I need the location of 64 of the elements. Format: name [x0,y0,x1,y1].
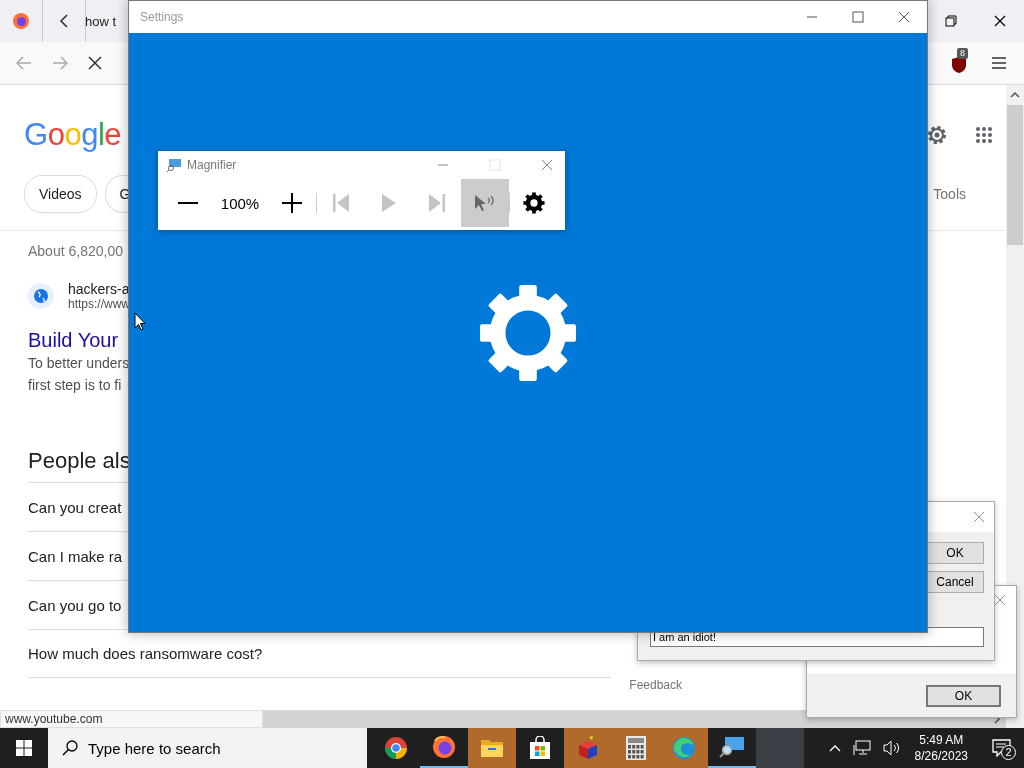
chrome-icon [384,736,408,760]
gear-icon [479,283,577,382]
result-stats: About 6,820,00 [28,243,124,259]
network-icon[interactable] [852,740,871,756]
filter-chip[interactable]: Videos [24,174,97,213]
result-snippet: To better unders [28,354,130,373]
folder-icon [480,738,504,758]
minus-icon [178,202,198,204]
site-url: https://www [68,297,130,311]
ok-button[interactable]: OK [926,684,1001,707]
clock[interactable]: 5:49 AM 8/26/2023 [914,732,968,764]
tools-link[interactable]: Tools [933,185,966,202]
maximize-icon[interactable] [852,11,864,23]
mouse-pointer-icon [134,312,146,331]
shield-icon [951,56,967,74]
pointer-sound-icon [474,194,496,212]
feedback-link[interactable]: Feedback [629,678,682,692]
notification-count: 2 [1001,745,1016,760]
windows-logo-icon [16,740,32,756]
taskbar-search-field[interactable]: Type here to search [48,728,367,768]
zoom-level: 100% [219,194,261,212]
question-item[interactable]: How much does ransomware cost? [28,645,263,662]
firefox-icon [432,735,456,759]
skip-back-icon [333,194,349,212]
stop-icon[interactable] [88,56,102,70]
cancel-button[interactable]: Cancel [926,571,984,593]
window-title: Magnifier [187,158,237,172]
extension-badge: 8 [957,48,968,59]
globe-icon [28,283,54,309]
question-item[interactable]: Can you go to [28,596,122,614]
question-item[interactable]: Can I make ra [28,547,123,565]
skip-forward-icon [429,194,445,212]
search-icon [62,740,78,756]
close-icon[interactable] [898,11,910,23]
scrollbar-thumb[interactable] [1007,105,1023,245]
apps-grid-icon[interactable] [975,125,993,144]
calculator-icon [626,736,646,760]
magnifier-app-icon [719,736,745,758]
shopping-bag-icon [528,736,552,760]
clock-time: 5:49 AM [919,732,964,748]
google-logo[interactable]: Google [24,117,121,152]
ok-button[interactable]: OK [926,542,984,564]
chevron-up-icon[interactable] [1010,91,1020,99]
browser-tab[interactable]: how t [85,13,117,29]
settings-icon [523,192,545,214]
site-name: hackers-a [68,281,130,297]
chevron-left-icon[interactable] [59,13,69,29]
question-item[interactable]: Can you creat [28,498,122,516]
window-title: Settings [140,10,184,24]
menu-icon[interactable] [991,57,1007,69]
result-snippet: first step is to fi [28,376,122,395]
read-from-pointer-button[interactable] [461,179,509,227]
edge-icon [672,736,696,760]
firefox-icon[interactable] [12,12,30,30]
status-url: www.youtube.com [0,710,263,728]
plus-icon [282,193,302,213]
result-title-link[interactable]: Build Your [28,329,119,352]
notification-icon[interactable] [992,739,1012,757]
clock-date: 8/26/2023 [914,748,968,764]
close-icon[interactable] [994,15,1006,27]
play-icon [382,194,396,212]
magnifier-app-icon [166,158,182,172]
volume-icon[interactable] [882,740,901,756]
restore-icon[interactable] [945,15,957,27]
